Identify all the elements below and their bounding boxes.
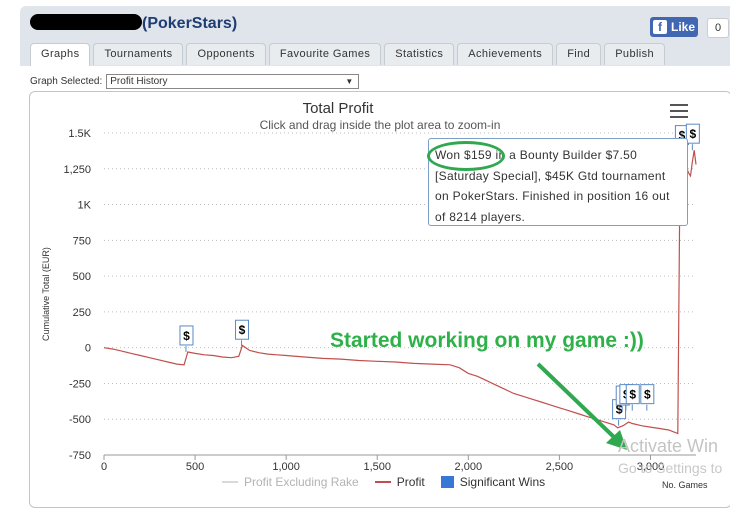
x-tick-label: 2,500 <box>546 461 574 473</box>
legend-label-profit: Profit <box>396 475 425 489</box>
legend-swatch-profit <box>374 481 391 483</box>
legend-swatch-excl-rake <box>222 481 238 483</box>
y-tick-label: 500 <box>73 271 91 283</box>
x-axis-title: No. Games <box>662 480 708 490</box>
win-amount-highlight <box>427 141 505 171</box>
profit-chart[interactable]: Total ProfitClick and drag inside the pl… <box>0 0 730 506</box>
annotation-text: Started working on my game :)) <box>330 329 644 352</box>
significant-win-label: $ <box>644 388 651 402</box>
legend-label-excl-rake: Profit Excluding Rake <box>244 475 359 489</box>
y-tick-label: -500 <box>69 414 91 426</box>
significant-win-label: $ <box>183 329 190 343</box>
chart-legend: Profit Excluding Rake Profit Significant… <box>222 475 555 489</box>
y-tick-label: -250 <box>69 378 91 390</box>
legend-item-profit-excl-rake[interactable]: Profit Excluding Rake <box>222 475 359 489</box>
activation-watermark-title: Activate Win <box>618 436 719 456</box>
x-tick-label: 1,500 <box>363 461 391 473</box>
y-tick-label: 750 <box>73 235 91 247</box>
legend-item-profit[interactable]: Profit <box>374 475 425 489</box>
x-tick-label: 500 <box>186 461 204 473</box>
significant-win-label: $ <box>629 388 636 402</box>
x-tick-label: 0 <box>101 461 107 473</box>
y-axis-title: Cumulative Total (EUR) <box>41 247 51 341</box>
significant-win-label: $ <box>239 323 246 337</box>
x-tick-label: 1,000 <box>272 461 300 473</box>
x-tick-label: 2,000 <box>455 461 483 473</box>
chart-title: Total Profit <box>303 100 375 117</box>
y-tick-label: 1K <box>78 200 92 212</box>
legend-swatch-significant-wins <box>440 476 454 488</box>
y-tick-label: 250 <box>73 307 91 319</box>
chart-menu-icon[interactable] <box>670 104 688 118</box>
y-tick-label: -750 <box>69 450 91 462</box>
y-tick-label: 1,250 <box>63 164 91 176</box>
legend-item-significant-wins[interactable]: Significant Wins <box>440 475 546 489</box>
y-tick-label: 0 <box>85 343 91 355</box>
chart-subtitle: Click and drag inside the plot area to z… <box>260 118 501 132</box>
legend-label-significant-wins: Significant Wins <box>459 475 546 489</box>
annotation-arrow-line <box>536 362 619 442</box>
significant-win-label: $ <box>690 127 697 141</box>
activation-watermark-subtitle: Go to Settings to <box>618 460 723 476</box>
y-tick-label: 1.5K <box>68 128 91 140</box>
